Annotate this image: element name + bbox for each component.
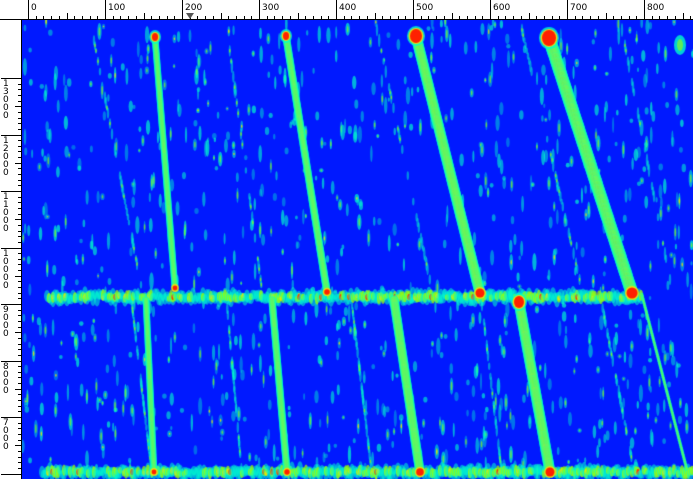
ruler-label: 200 [185, 3, 202, 13]
ruler-label: 600 [493, 3, 510, 13]
spectrogram-plot[interactable] [22, 20, 693, 479]
ruler-label: 400 [339, 3, 356, 13]
ruler-label: 7000 [3, 418, 9, 452]
spectrogram-window: 0 100 200 300 400 500 600 700 800 13000 12000 1100… [0, 0, 693, 479]
ruler-label: 500 [416, 3, 433, 13]
vertical-ruler: 1 3 0 0 0 1 2 0 0 0 1 1 0 0 0 1 0 0 0 0 9 0 0 0 8 0 0 0 7 0 0 0 [0, 20, 22, 479]
ruler-label: 9000 [3, 305, 9, 339]
triangle-marker-icon[interactable] [186, 13, 194, 19]
ruler-label: 13000 [3, 79, 9, 121]
ruler-label: 0 [31, 3, 37, 13]
ruler-label: 10000 [3, 249, 9, 291]
ruler-label: 12000 [3, 136, 9, 178]
ruler-label: 300 [262, 3, 279, 13]
ruler-label: 100 [108, 3, 125, 13]
ruler-label: 8000 [3, 362, 9, 396]
ruler-label: 800 [647, 3, 664, 13]
spectrogram-canvas[interactable] [22, 20, 693, 479]
ruler-label: 11000 [3, 192, 9, 234]
ruler-label: 700 [570, 3, 587, 13]
horizontal-ruler: 0 100 200 300 400 500 600 700 800 [0, 0, 693, 20]
